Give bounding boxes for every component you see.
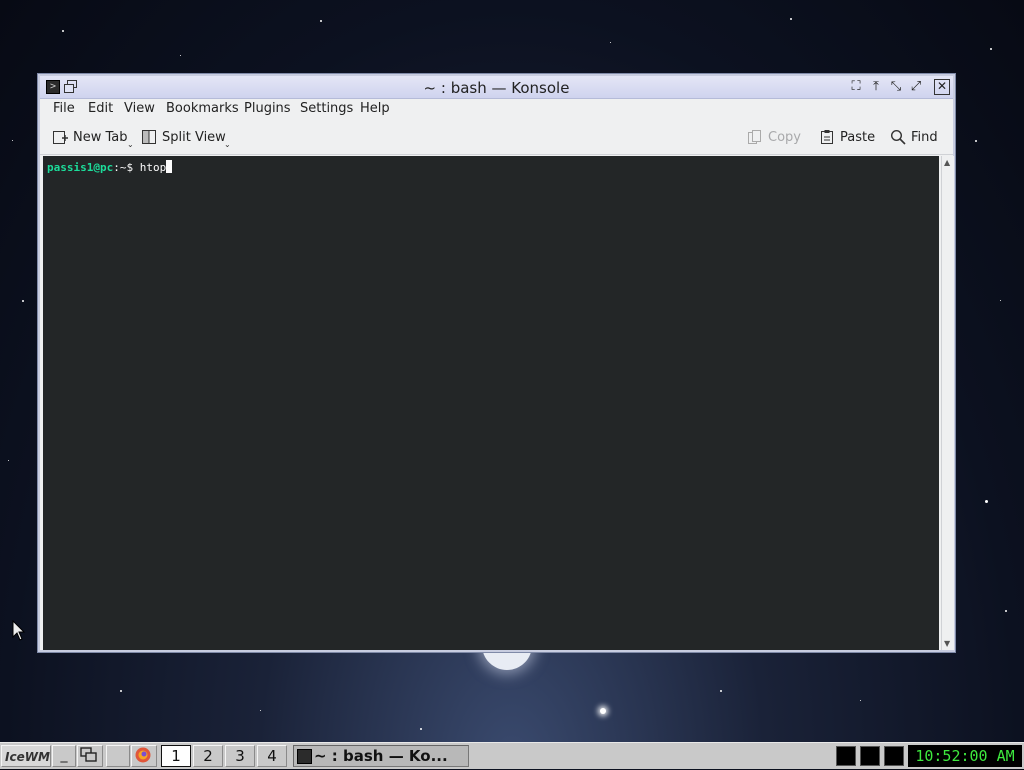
split-view-button[interactable]: Split View xyxy=(141,129,226,145)
taskbar: IceWM _ 1 2 3 4 ~ : bash — Ko... 10:52:0… xyxy=(0,742,1024,769)
windows-icon xyxy=(80,747,97,762)
menu-help[interactable]: Help xyxy=(360,101,390,116)
minimize-icon[interactable]: ⤡ xyxy=(888,79,904,95)
menu-edit[interactable]: Edit xyxy=(88,101,113,116)
cpu-monitor-icon[interactable] xyxy=(836,746,856,766)
konsole-window: > ~ : bash — Konsole ⛶ ⤒ ⤡ ⤢ ✕ File Edit… xyxy=(37,73,956,653)
menu-view[interactable]: View xyxy=(124,101,155,116)
text-cursor xyxy=(166,160,173,173)
search-icon xyxy=(890,129,906,145)
copy-button[interactable]: Copy xyxy=(747,129,801,145)
prompt-path: :~$ xyxy=(113,161,140,174)
paste-icon xyxy=(819,129,835,145)
window-title: ~ : bash — Konsole xyxy=(423,79,570,97)
split-view-dropdown-icon[interactable]: ⌄ xyxy=(224,140,231,149)
taskbar-konsole-button[interactable]: ~ : bash — Ko... xyxy=(293,745,469,767)
workspace-4-button[interactable]: 4 xyxy=(257,745,287,767)
menu-bookmarks[interactable]: Bookmarks xyxy=(166,101,239,116)
new-tab-label: New Tab xyxy=(73,129,128,145)
close-icon[interactable]: ✕ xyxy=(934,79,950,95)
memory-monitor-icon[interactable] xyxy=(884,746,904,766)
workspace-2-button[interactable]: 2 xyxy=(193,745,223,767)
menu-plugins[interactable]: Plugins xyxy=(244,101,291,116)
prompt-user-host: passis1@pc xyxy=(47,161,114,174)
show-desktop-icon[interactable]: _ xyxy=(52,745,76,767)
workspace-1-button[interactable]: 1 xyxy=(161,745,191,767)
workspace-3-button[interactable]: 3 xyxy=(225,745,255,767)
new-tab-button[interactable]: New Tab xyxy=(52,129,128,145)
copy-icon xyxy=(747,129,763,145)
svg-text:IceWM: IceWM xyxy=(5,750,50,764)
find-label: Find xyxy=(911,129,938,145)
terminal-scrollbar[interactable]: ▲ ▼ xyxy=(941,156,954,650)
quick-launch-blank[interactable] xyxy=(106,745,130,767)
mouse-pointer-icon xyxy=(12,620,26,641)
split-view-label: Split View xyxy=(162,129,226,145)
menu-file[interactable]: File xyxy=(53,101,75,116)
terminal-task-icon xyxy=(297,749,312,764)
maximize-icon[interactable]: ⛶ xyxy=(848,79,864,95)
icewm-logo-icon: IceWM xyxy=(2,746,50,766)
prompt-line: passis1@pc:~$ htop xyxy=(47,160,173,174)
paste-button[interactable]: Paste xyxy=(819,129,875,145)
menu-settings[interactable]: Settings xyxy=(300,101,353,116)
terminal-area[interactable]: passis1@pc:~$ htop xyxy=(43,156,939,650)
start-menu-button[interactable]: IceWM xyxy=(1,745,51,767)
scroll-down-icon[interactable]: ▼ xyxy=(944,639,950,648)
toolbar: New Tab ⌄ Split View ⌄ Copy Paste Find xyxy=(40,122,953,155)
window-list-button[interactable] xyxy=(77,745,103,767)
layer-icon[interactable]: ⤒ xyxy=(868,79,884,95)
typed-command: htop xyxy=(139,161,167,174)
new-tab-icon xyxy=(52,129,68,145)
firefox-icon xyxy=(135,747,151,763)
split-view-icon xyxy=(141,129,157,145)
find-button[interactable]: Find xyxy=(890,129,938,145)
title-bar[interactable]: > ~ : bash — Konsole ⛶ ⤒ ⤡ ⤢ ✕ xyxy=(40,76,953,99)
restore-icon[interactable]: ⤢ xyxy=(908,79,924,95)
network-monitor-icon[interactable] xyxy=(860,746,880,766)
menu-bar: File Edit View Bookmarks Plugins Setting… xyxy=(40,99,953,121)
firefox-launcher[interactable] xyxy=(131,745,157,767)
copy-label: Copy xyxy=(768,129,801,145)
taskbar-konsole-label: ~ : bash — Ko... xyxy=(314,747,448,765)
new-tab-dropdown-icon[interactable]: ⌄ xyxy=(127,140,134,149)
scroll-up-icon[interactable]: ▲ xyxy=(944,158,950,167)
clock[interactable]: 10:52:00 AM xyxy=(908,745,1022,767)
paste-label: Paste xyxy=(840,129,876,145)
